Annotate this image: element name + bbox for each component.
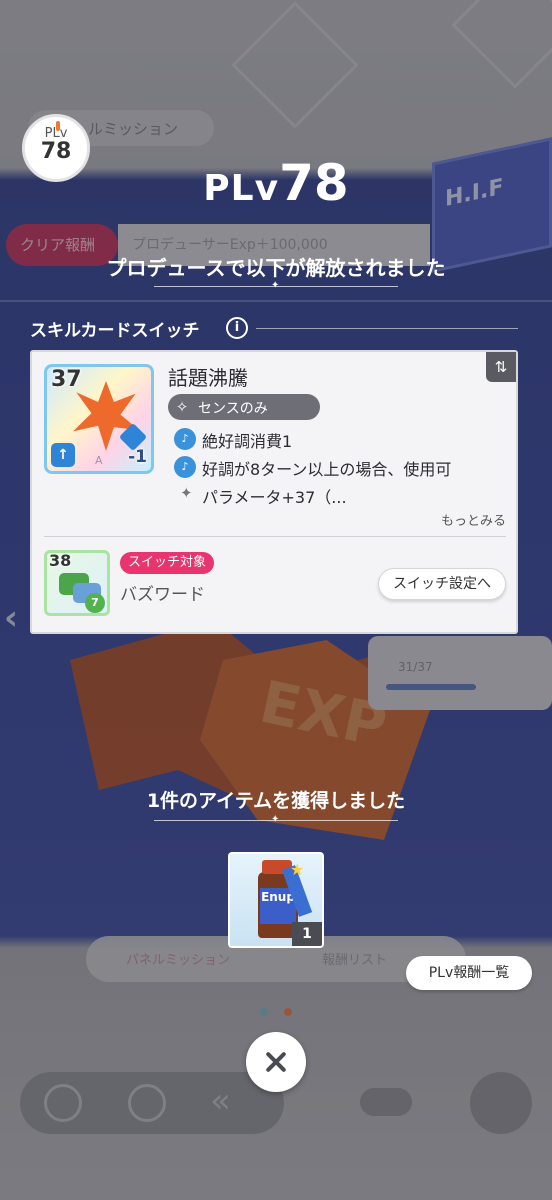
skill-card-panel: ⇅ 37 ↑ A -1 話題沸騰 ✧ センスのみ ♪ 絶好調消費1 ♪ 好調が8… [30,350,518,634]
skill-card-cost: 37 [51,367,82,392]
effect-line: 好調が8ターン以上の場合、使用可 [202,460,452,479]
close-button[interactable] [246,1032,306,1092]
effect-line: 絶好調消費1 [202,432,293,451]
effect-line: パラメータ+37（... [202,488,347,507]
flame-icon [56,121,60,131]
skill-card-name: 話題沸騰 [168,366,248,390]
item-tile[interactable]: Enup ★ 1 [228,852,324,948]
sense-icon: ✧ [175,398,189,416]
item-message: 1件のアイテムを獲得しました [146,790,406,812]
sense-tag: ✧ センスのみ [168,394,320,420]
unlock-message: プロデュースで以下が解放されました [106,256,446,280]
level-title: PLv78 [0,154,552,212]
switch-card-art[interactable]: 38 7 [44,550,110,616]
item-quantity: 1 [292,922,322,946]
plv-rewards-button[interactable]: PLv報酬一覧 [406,956,532,990]
switch-card-name: バズワード [120,585,205,605]
arrow-up-icon: ↑ [51,443,75,467]
switch-settings-button[interactable]: スイッチ設定へ [378,568,506,600]
switch-card-level: 7 [85,593,105,613]
sparkle-icon: ✦ [180,484,193,502]
info-icon[interactable]: i [226,317,248,339]
section-title: スキルカードスイッチ [30,321,200,341]
effect-icon: ♪ [174,428,196,450]
level-title-prefix: PLv [203,168,280,209]
switch-target-tag: スイッチ対象 [120,552,215,574]
skill-card-art[interactable]: 37 ↑ A -1 [44,364,154,474]
sparkle-icon: ✦ [271,814,280,825]
level-title-number: 78 [279,154,349,212]
sparkle-icon: ✦ [271,280,280,291]
sense-tag-label: センスのみ [198,401,268,417]
panel-divider [44,536,506,537]
switch-card-cost: 38 [49,551,72,570]
skill-card-rank: A [95,454,103,467]
more-link[interactable]: もっとみる [441,510,506,529]
star-icon: ★ [290,860,305,879]
skill-card-cost-change: -1 [128,447,147,467]
section-divider [256,328,518,329]
swap-icon[interactable]: ⇅ [486,352,516,382]
effect-icon: ♪ [174,456,196,478]
